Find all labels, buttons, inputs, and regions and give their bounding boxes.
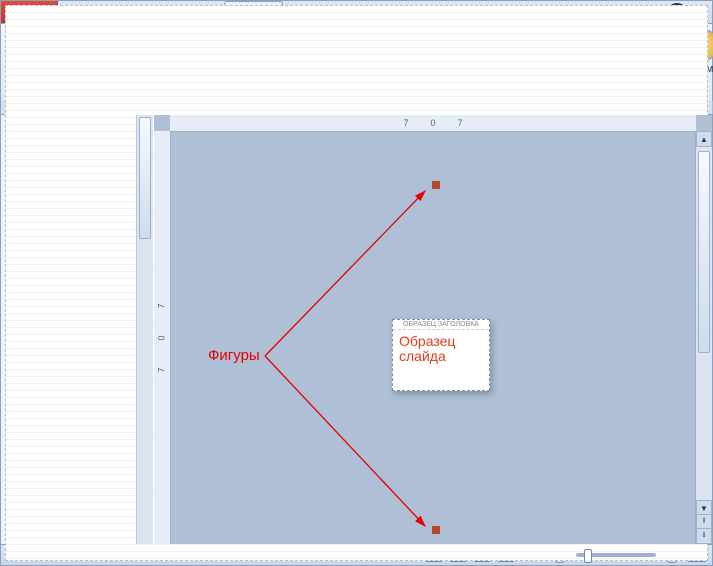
shape-marker-top[interactable]	[432, 181, 440, 189]
slide-thumbnails-pane: 1	[1, 115, 154, 544]
slide-canvas[interactable]: Фигуры ОБРАЗЕЦ ЗАГОЛОВКА Образецслайда	[170, 131, 696, 544]
workspace: 1 707 707 ▲ ▼ ⭱ ⭳	[1, 115, 712, 544]
placeholder-header: ОБРАЗЕЦ ЗАГОЛОВКА	[393, 320, 489, 330]
slide-master-placeholder[interactable]: ОБРАЗЕЦ ЗАГОЛОВКА Образецслайда	[392, 319, 490, 391]
ruler-horizontal: 707	[170, 115, 696, 132]
shape-marker-bottom[interactable]	[432, 526, 440, 534]
layout-thumb[interactable]	[33, 425, 130, 477]
zoom-slider[interactable]	[576, 553, 656, 557]
annotation-label: Фигуры	[208, 347, 260, 364]
editor-canvas-area: 707 707 ▲ ▼ ⭱ ⭳ Фигуры	[154, 115, 712, 544]
next-slide-icon[interactable]: ⭳	[696, 528, 712, 544]
thumbs-scrollbar[interactable]	[136, 115, 153, 544]
canvas-scrollbar[interactable]: ▲ ▼ ⭱ ⭳	[695, 131, 712, 544]
ruler-vertical: 707	[154, 131, 171, 544]
placeholder-body: Образецслайда	[393, 330, 489, 368]
scroll-up-icon[interactable]: ▲	[696, 131, 712, 147]
